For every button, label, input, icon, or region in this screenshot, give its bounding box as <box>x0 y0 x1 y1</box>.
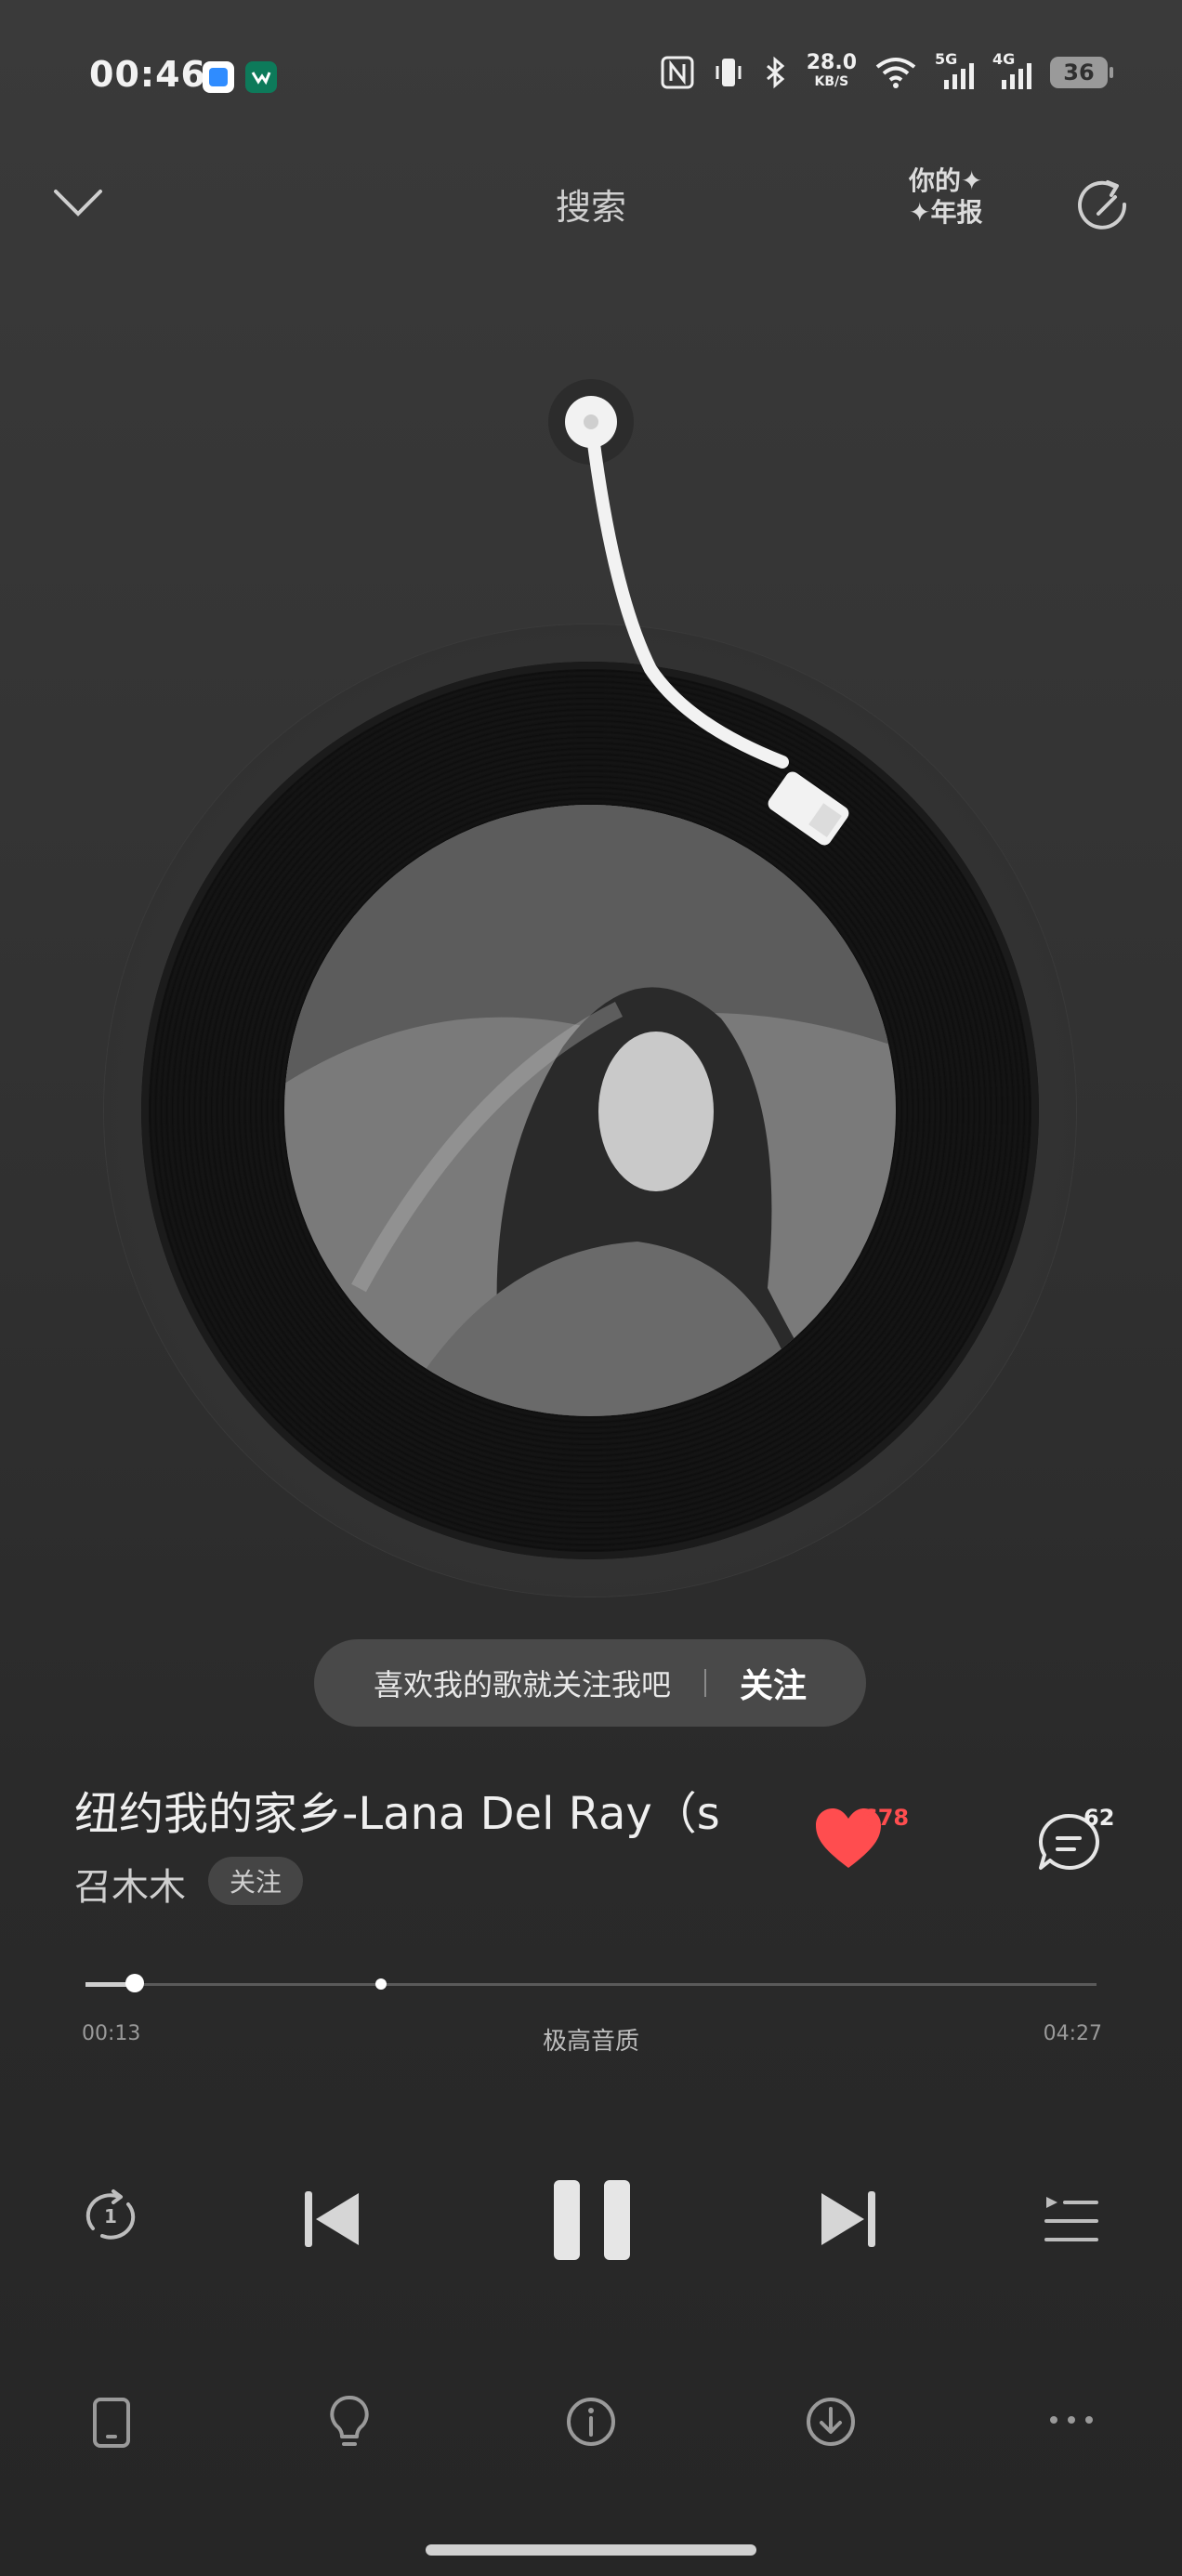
previous-track-icon[interactable] <box>303 2189 361 2249</box>
tonearm <box>548 379 849 846</box>
comment-count: 62 <box>1084 1805 1115 1831</box>
repeat-one-icon[interactable]: 1 <box>80 2188 141 2245</box>
download-icon[interactable] <box>805 2396 857 2448</box>
bluetooth-icon <box>766 56 784 89</box>
artist-follow-button[interactable]: 关注 <box>208 1857 303 1905</box>
progress-track[interactable] <box>85 1983 1097 1986</box>
search-button[interactable]: 搜索 <box>0 178 1182 230</box>
net-speed-unit: KB/S <box>814 74 849 89</box>
progress-knob[interactable] <box>125 1974 145 1992</box>
app-notification-icon <box>203 61 234 93</box>
artist-name[interactable]: 召木木 <box>74 1857 186 1911</box>
like-count: 678 <box>862 1805 910 1831</box>
yearly-report-line2: ✦年报 <box>909 197 983 228</box>
follow-prompt-message: 喜欢我的歌就关注我吧 <box>373 1667 671 1702</box>
more-options-icon[interactable] <box>1048 2412 1095 2427</box>
yearly-report-button[interactable]: 你的✦ ✦年报 <box>909 165 982 229</box>
home-indicator[interactable] <box>426 2544 756 2556</box>
song-title: 纽约我的家乡-Lana Del Ray（s <box>74 1788 720 1840</box>
share-refresh-icon[interactable] <box>1074 177 1134 236</box>
status-icons: 28.0 KB/S 5G 4G 36 <box>660 50 1113 91</box>
status-time: 00:46 <box>89 54 206 95</box>
wifi-icon <box>875 58 916 88</box>
next-track-icon[interactable] <box>820 2189 877 2249</box>
yearly-report-line1: 你的✦ <box>909 165 983 196</box>
audio-quality[interactable]: 极高音质 <box>0 2022 1182 2057</box>
vibrate-icon <box>716 59 742 86</box>
lightbulb-icon[interactable] <box>327 2394 372 2451</box>
net-speed-value: 28.0 <box>806 51 857 74</box>
follow-prompt: 喜欢我的歌就关注我吧 关注 <box>314 1639 866 1727</box>
signal-5g-icon: 5G <box>935 50 976 91</box>
progress-buffer-marker <box>375 1978 387 1990</box>
playlist-icon[interactable] <box>1043 2193 1100 2245</box>
nfc-icon <box>661 56 694 89</box>
album-cover[interactable] <box>284 805 896 1416</box>
total-time: 04:27 <box>1043 2022 1102 2045</box>
device-phone-icon[interactable] <box>91 2396 132 2450</box>
app-notification-icon-2 <box>245 61 277 93</box>
signal-4g-icon: 4G <box>992 50 1033 91</box>
info-icon[interactable] <box>565 2396 617 2448</box>
svg-text:1: 1 <box>104 2205 117 2228</box>
pause-icon[interactable] <box>552 2178 632 2262</box>
net-speed: 28.0 KB/S <box>806 51 857 91</box>
follow-prompt-divider <box>704 1669 706 1697</box>
battery-indicator: 36 <box>1050 57 1113 88</box>
follow-prompt-button[interactable]: 关注 <box>740 1659 807 1707</box>
